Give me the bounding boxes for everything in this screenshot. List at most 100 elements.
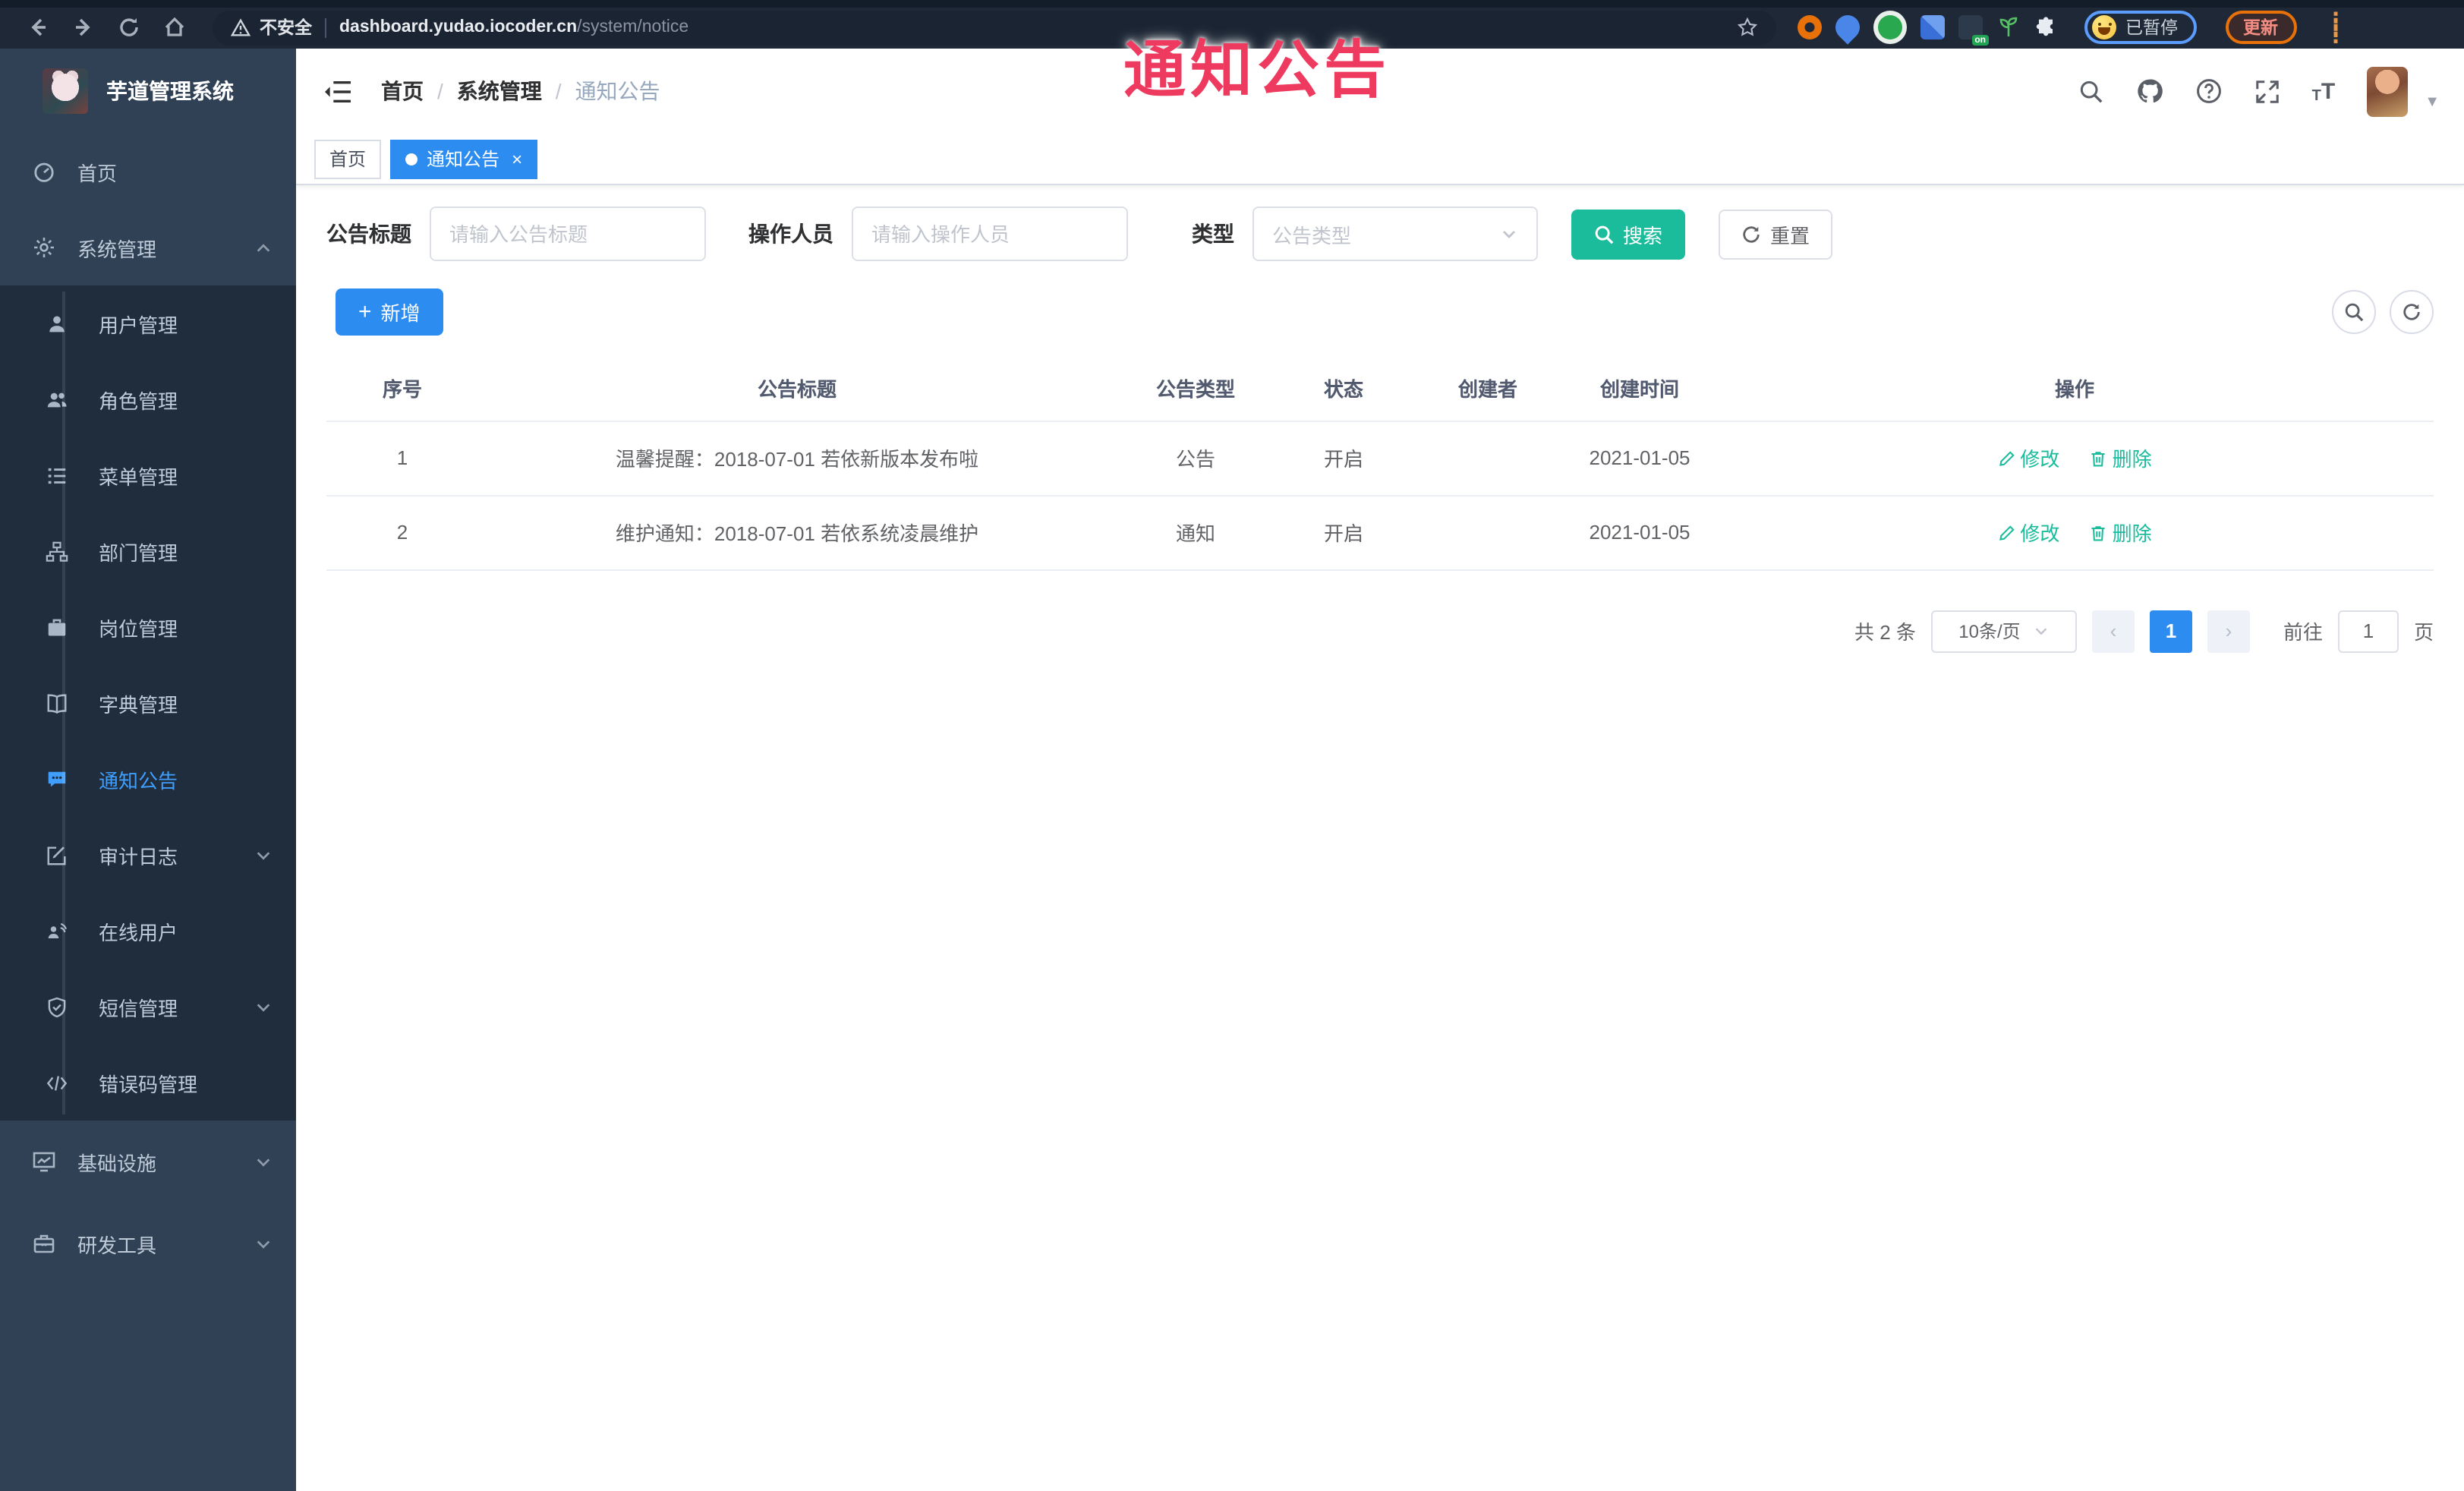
cell-creator	[1412, 421, 1564, 496]
tags-view: 首页 通知公告 ×	[296, 134, 2464, 185]
breadcrumb-system[interactable]: 系统管理	[457, 76, 542, 106]
cell-created: 2021-01-05	[1564, 495, 1716, 570]
goto-label: 前往	[2283, 621, 2323, 644]
fullscreen-icon[interactable]	[2254, 78, 2280, 104]
delete-button[interactable]: 删除	[2090, 443, 2152, 472]
reset-button[interactable]: 重置	[1719, 209, 1833, 259]
edit-square-icon	[44, 843, 68, 866]
font-size-icon[interactable]: TT	[2312, 78, 2336, 104]
sidebar-item-online-users[interactable]: 在线用户	[0, 893, 296, 969]
extension-orange-icon[interactable]	[1798, 15, 1822, 39]
sidebar-item-error-code[interactable]: 错误码管理	[0, 1045, 296, 1121]
annotation-overlay-text: 通知公告	[1123, 35, 1391, 105]
logo-image	[43, 68, 88, 114]
breadcrumb-separator: /	[437, 79, 443, 103]
extension-green-icon[interactable]	[1878, 15, 1902, 39]
address-bar[interactable]: 不安全 dashboard.yudao.iocoder.cn /system/n…	[213, 10, 1776, 45]
url-path[interactable]: /system/notice	[577, 18, 688, 36]
avatar[interactable]	[2367, 66, 2409, 116]
sidebar-item-sms-mgmt[interactable]: 短信管理	[0, 969, 296, 1045]
notice-title-input[interactable]	[430, 206, 706, 261]
bookmark-star-icon[interactable]	[1737, 17, 1758, 38]
col-title: 公告标题	[478, 357, 1116, 421]
sidebar-item-notice[interactable]: 通知公告	[0, 741, 296, 817]
chevron-down-icon	[255, 1235, 272, 1252]
github-icon[interactable]	[2136, 77, 2163, 105]
chevron-up-icon	[255, 239, 272, 256]
extension-leaf-icon[interactable]	[1996, 15, 2021, 39]
delete-button[interactable]: 删除	[2090, 518, 2152, 547]
sidebar-item-user-mgmt[interactable]: 用户管理	[0, 285, 296, 361]
edit-button[interactable]: 修改	[1997, 443, 2059, 472]
sidebar-item-role-mgmt[interactable]: 角色管理	[0, 361, 296, 437]
sidebar-item-dev-tools[interactable]: 研发工具	[0, 1203, 296, 1285]
notice-table: 序号 公告标题 公告类型 状态 创建者 创建时间 操作 1 温馨提醒：2018-	[326, 357, 2434, 570]
page-size-select[interactable]: 10条/页	[1930, 610, 2077, 652]
prev-page-button[interactable]: ‹	[2091, 610, 2135, 652]
avatar-caret-icon[interactable]: ▼	[2425, 93, 2440, 110]
next-page-button[interactable]: ›	[2207, 610, 2250, 652]
logo[interactable]: 芋道管理系统	[0, 49, 296, 134]
sidebar-item-infrastructure[interactable]: 基础设施	[0, 1121, 296, 1203]
home-icon[interactable]	[152, 8, 197, 47]
add-button[interactable]: + 新增	[336, 288, 443, 336]
page-1-button[interactable]: 1	[2149, 610, 2192, 652]
cell-type: 通知	[1116, 495, 1275, 570]
profile-paused-badge[interactable]: 已暂停	[2084, 11, 2196, 44]
cell-actions: 修改 删除	[1716, 421, 2434, 496]
forward-icon[interactable]	[61, 8, 106, 47]
breadcrumb: 首页 / 系统管理 / 通知公告	[381, 76, 660, 106]
active-tab-dot	[405, 153, 418, 165]
reload-icon[interactable]	[106, 8, 152, 47]
operator-input[interactable]	[852, 206, 1128, 261]
code-icon	[44, 1071, 68, 1094]
close-tab-icon[interactable]: ×	[512, 150, 522, 168]
header-search-icon[interactable]	[2078, 78, 2104, 104]
table-row: 1 温馨提醒：2018-07-01 若依新版本发布啦 公告 开启 2021-01…	[326, 421, 2434, 496]
chevron-down-icon	[2033, 623, 2050, 639]
help-icon[interactable]	[2195, 77, 2223, 105]
gear-icon	[32, 235, 56, 260]
sidebar: 芋道管理系统 首页 系统管理 用户管理 角色管理 菜单管理 部门管理 岗位管理 …	[0, 49, 296, 1491]
sidebar-fold-icon[interactable]	[320, 74, 354, 108]
not-secure-label[interactable]: 不安全	[260, 15, 312, 39]
back-icon[interactable]	[15, 8, 61, 47]
list-icon	[44, 464, 68, 487]
sidebar-item-dict-mgmt[interactable]: 字典管理	[0, 665, 296, 741]
sidebar-item-system[interactable]: 系统管理	[0, 210, 296, 285]
goto-page-input[interactable]	[2337, 610, 2399, 652]
sidebar-item-home[interactable]: 首页	[0, 134, 296, 210]
extension-grid-icon[interactable]	[1920, 15, 1945, 39]
cell-type: 公告	[1116, 421, 1275, 496]
sidebar-item-audit-log[interactable]: 审计日志	[0, 817, 296, 893]
extension-switch-icon[interactable]: on	[1958, 15, 1989, 46]
chevron-down-icon	[255, 1153, 272, 1170]
refresh-icon[interactable]	[2390, 290, 2434, 334]
chevron-down-icon	[255, 846, 272, 863]
sidebar-item-dept-mgmt[interactable]: 部门管理	[0, 513, 296, 589]
total-count: 共 2 条	[1854, 621, 1916, 644]
chrome-update-button[interactable]: 更新	[2225, 11, 2296, 44]
breadcrumb-home[interactable]: 首页	[381, 76, 424, 106]
tab-home[interactable]: 首页	[314, 139, 382, 178]
navbar-actions: TT ▼	[2078, 66, 2440, 116]
cell-actions: 修改 删除	[1716, 495, 2434, 570]
extensions-puzzle-icon[interactable]	[2034, 15, 2059, 39]
pagination: 共 2 条 10条/页 ‹ 1 › 前往 页	[326, 610, 2434, 652]
sidebar-item-post-mgmt[interactable]: 岗位管理	[0, 589, 296, 665]
screen: 不安全 dashboard.yudao.iocoder.cn /system/n…	[0, 0, 2464, 1491]
tree-icon	[44, 540, 68, 563]
tab-notice[interactable]: 通知公告 ×	[390, 139, 538, 178]
col-created: 创建时间	[1564, 357, 1716, 421]
briefcase-icon	[44, 616, 68, 638]
sidebar-item-menu-mgmt[interactable]: 菜单管理	[0, 437, 296, 513]
user-icon	[44, 312, 68, 335]
browser-menu-icon[interactable]: ⋮ ⋮ ⋮	[2325, 8, 2346, 45]
extension-drop-icon[interactable]	[1830, 10, 1865, 45]
toggle-search-icon[interactable]	[2332, 290, 2376, 334]
url-host[interactable]: dashboard.yudao.iocoder.cn	[339, 18, 577, 36]
search-button[interactable]: 搜索	[1571, 209, 1686, 259]
type-select[interactable]: 公告类型	[1252, 206, 1538, 261]
edit-button[interactable]: 修改	[1997, 518, 2059, 547]
filter-form: 公告标题 操作人员 类型 公告类型 搜索	[326, 206, 2434, 261]
